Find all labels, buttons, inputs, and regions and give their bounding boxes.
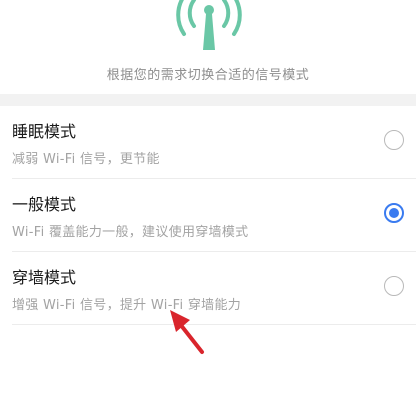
mode-description: Wi-Fi 覆盖能力一般，建议使用穿墙模式 (12, 225, 249, 240)
section-divider (0, 94, 416, 106)
mode-title: 睡眠模式 (12, 122, 77, 141)
mode-description: 减弱 Wi-Fi 信号，更节能 (12, 152, 160, 167)
page-subtitle: 根据您的需求切换合适的信号模式 (106, 68, 310, 83)
mode-list: 睡眠模式 减弱 Wi-Fi 信号，更节能 一般模式 Wi-Fi 覆盖能力一般，建… (0, 106, 416, 325)
mode-radio-normal[interactable] (384, 203, 404, 223)
hero-header: 根据您的需求切换合适的信号模式 (0, 0, 416, 94)
mode-radio-wall[interactable] (384, 276, 404, 296)
mode-title: 一般模式 (12, 195, 77, 214)
wifi-signal-icon (176, 0, 242, 50)
mode-item-sleep[interactable]: 睡眠模式 减弱 Wi-Fi 信号，更节能 (12, 106, 416, 179)
mode-title: 穿墙模式 (12, 268, 77, 287)
mode-item-normal[interactable]: 一般模式 Wi-Fi 覆盖能力一般，建议使用穿墙模式 (12, 179, 416, 252)
mode-radio-sleep[interactable] (384, 130, 404, 150)
annotation-arrow-icon (170, 310, 204, 354)
mode-item-wall[interactable]: 穿墙模式 增强 Wi-Fi 信号，提升 Wi-Fi 穿墙能力 (12, 252, 416, 325)
